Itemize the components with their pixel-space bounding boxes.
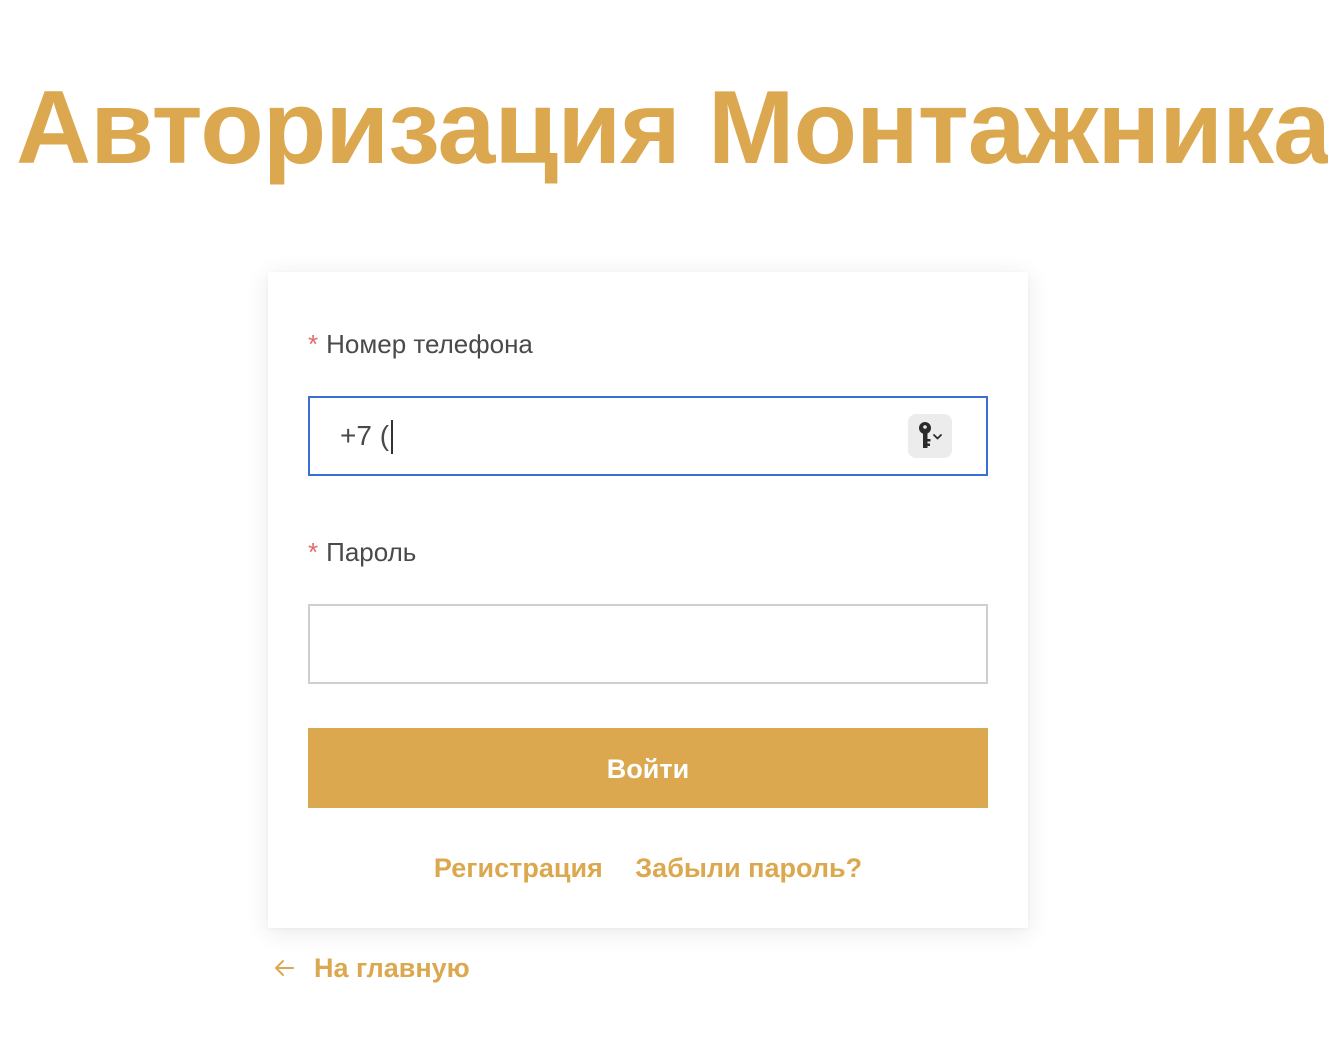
phone-label-text: Номер телефона (326, 329, 533, 359)
login-button[interactable]: Войти (308, 728, 988, 808)
back-to-home-link[interactable]: На главную (272, 948, 470, 988)
password-label-text: Пароль (326, 537, 417, 567)
key-icon (919, 422, 942, 448)
password-manager-button[interactable] (908, 414, 952, 458)
page-title: Авторизация Монтажника (16, 70, 1328, 186)
required-mark: * (308, 537, 319, 567)
password-label: * Пароль (308, 536, 416, 568)
login-page: Авторизация Монтажника * Номер телефона +… (0, 0, 1328, 1060)
login-card: * Номер телефона +7 ( * Пароль Войти Рег… (268, 272, 1028, 928)
auth-links: Регистрация Забыли пароль? (268, 850, 1028, 886)
phone-input[interactable]: +7 ( (308, 396, 988, 476)
back-to-home-label: На главную (314, 953, 470, 983)
required-mark: * (308, 329, 319, 359)
phone-label: * Номер телефона (308, 328, 533, 360)
password-input[interactable] (308, 604, 988, 684)
phone-input-value: +7 ( (340, 420, 390, 451)
register-link[interactable]: Регистрация (434, 853, 603, 883)
arrow-left-icon (275, 960, 294, 976)
chevron-down-icon (933, 434, 942, 440)
text-caret (391, 420, 393, 454)
forgot-password-link[interactable]: Забыли пароль? (635, 853, 862, 883)
